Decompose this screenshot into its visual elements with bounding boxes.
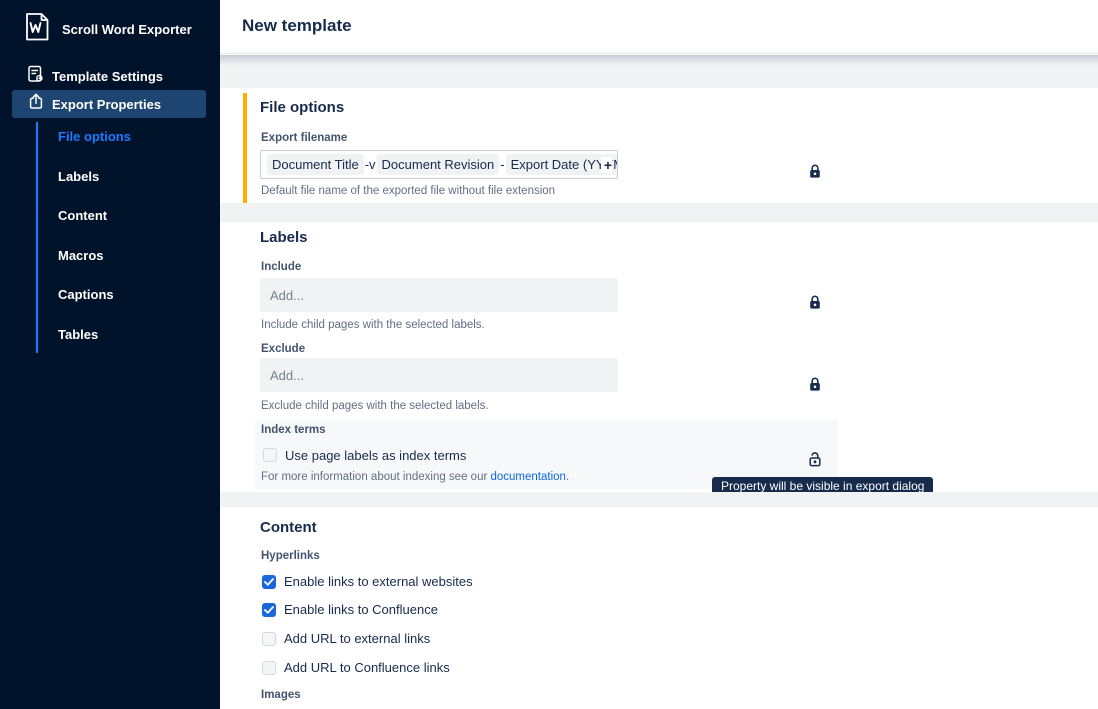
- sidebar-item-template-settings[interactable]: Template Settings: [12, 62, 206, 90]
- checkbox-label: Enable links to Confluence: [284, 603, 438, 617]
- checkbox-row: Enable links to Confluence: [262, 603, 438, 617]
- checkbox-row: Add URL to Confluence links: [262, 661, 450, 675]
- include-labels-input[interactable]: [260, 278, 618, 312]
- unlock-icon[interactable]: [808, 451, 822, 467]
- sidebar-item-export-properties[interactable]: Export Properties: [12, 90, 206, 118]
- lock-icon[interactable]: [808, 376, 822, 392]
- index-terms-label: Index terms: [261, 424, 326, 437]
- sidebar-item-label: Export Properties: [52, 97, 161, 112]
- lock-icon[interactable]: [808, 163, 822, 179]
- checkbox-row: Add URL to external links: [262, 632, 430, 646]
- filename-separator: -: [500, 157, 504, 172]
- sidebar-subitem-labels[interactable]: Labels: [58, 170, 99, 184]
- enable-external-links-checkbox[interactable]: [262, 575, 276, 589]
- filename-separator: -v: [365, 157, 376, 172]
- exclude-label: Exclude: [261, 343, 305, 356]
- section-content: Content Hyperlinks Enable links to exter…: [220, 507, 1098, 709]
- checkbox-row: Enable links to external websites: [262, 575, 473, 589]
- app-name: Scroll Word Exporter: [62, 22, 192, 37]
- section-labels: Labels Include Include child pages with …: [220, 222, 1098, 492]
- include-label: Include: [261, 261, 301, 274]
- export-icon: [28, 93, 44, 115]
- checkbox-label: Enable links to external websites: [284, 575, 473, 589]
- page-title: New template: [242, 16, 352, 36]
- sidebar-subitem-captions[interactable]: Captions: [58, 288, 114, 302]
- sidebar-item-label: Template Settings: [52, 69, 163, 84]
- index-terms-checkbox[interactable]: [263, 448, 277, 462]
- sidebar-subitem-macros[interactable]: Macros: [58, 249, 104, 263]
- section-divider: [220, 203, 1098, 222]
- add-url-confluence-checkbox[interactable]: [262, 661, 276, 675]
- include-help: Include child pages with the selected la…: [261, 319, 485, 332]
- template-settings-icon: [28, 65, 44, 88]
- exclude-labels-input[interactable]: [260, 358, 618, 392]
- images-group-label: Images: [261, 689, 301, 702]
- section-title: Content: [260, 519, 317, 537]
- enable-confluence-links-checkbox[interactable]: [262, 603, 276, 617]
- hyperlinks-group-label: Hyperlinks: [261, 550, 320, 563]
- index-terms-help: For more information about indexing see …: [261, 471, 569, 484]
- add-url-external-checkbox[interactable]: [262, 632, 276, 646]
- sidebar-subitem-content[interactable]: Content: [58, 209, 107, 223]
- page-header: New template: [220, 0, 1098, 54]
- section-file-options: File options Export filename Document Ti…: [220, 88, 1098, 203]
- add-placeholder-button[interactable]: +: [601, 157, 612, 173]
- lock-icon[interactable]: [808, 294, 822, 310]
- section-title: Labels: [260, 229, 308, 247]
- filename-token[interactable]: Document Title: [267, 154, 364, 175]
- sidebar: Scroll Word Exporter Template Settings E…: [0, 0, 220, 709]
- export-filename-input[interactable]: Document Title -v Document Revision - Ex…: [260, 150, 618, 179]
- checkbox-label: Add URL to external links: [284, 632, 430, 646]
- checkbox-label: Add URL to Confluence links: [284, 661, 450, 675]
- index-terms-checkbox-label: Use page labels as index terms: [285, 449, 466, 463]
- export-filename-label: Export filename: [261, 132, 347, 145]
- section-divider: [220, 55, 1098, 88]
- active-section-accent-bar: [243, 93, 247, 203]
- filename-token[interactable]: Document Revision: [377, 154, 500, 175]
- export-filename-help: Default file name of the exported file w…: [261, 185, 555, 198]
- documentation-link[interactable]: documentation: [490, 471, 565, 483]
- subnav-indicator-line: [36, 122, 38, 353]
- section-title: File options: [260, 99, 344, 117]
- word-exporter-logo-icon: [24, 12, 50, 47]
- section-divider: [220, 492, 1098, 507]
- exclude-help: Exclude child pages with the selected la…: [261, 400, 489, 413]
- sidebar-subitem-tables[interactable]: Tables: [58, 328, 98, 342]
- app-logo-row[interactable]: Scroll Word Exporter: [24, 12, 192, 47]
- sidebar-subitem-file-options[interactable]: File options: [58, 130, 131, 144]
